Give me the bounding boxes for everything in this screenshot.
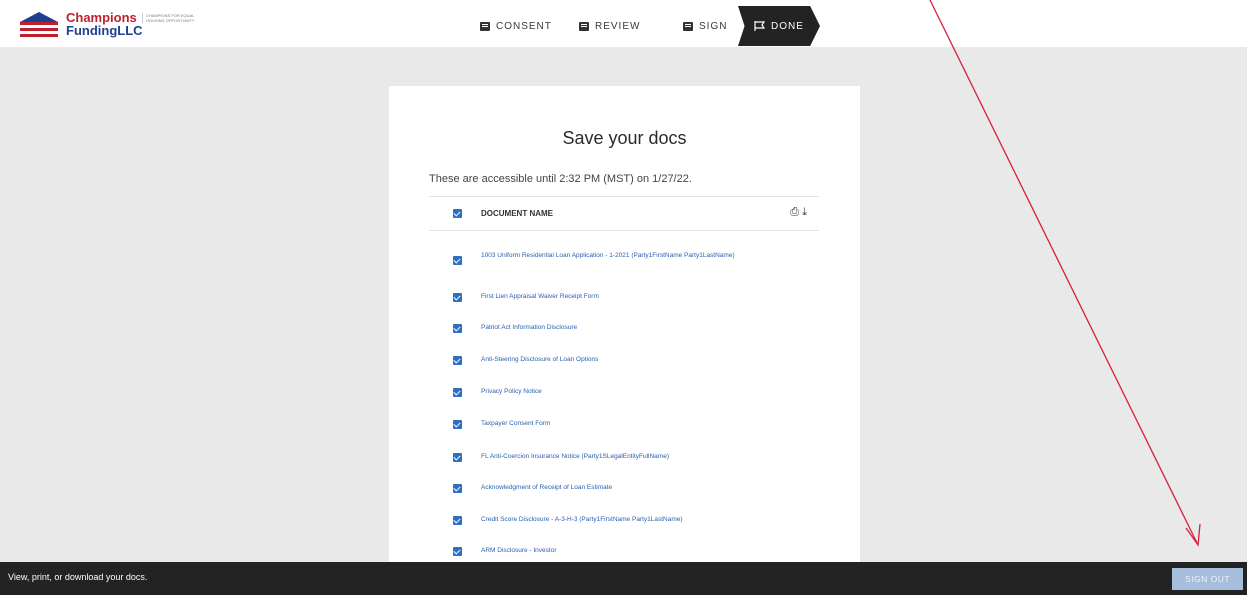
champions-funding-logo: Champions FundingLLC CHAMPIONS FOR EQUAL… (18, 6, 195, 42)
logo-brand-bottom: FundingLLC (66, 23, 143, 38)
divider (429, 230, 819, 231)
document-link[interactable]: Patriot Act Information Disclosure (481, 320, 741, 336)
document-link[interactable]: 1003 Uniform Residential Loan Applicatio… (481, 248, 741, 264)
document-checkbox[interactable] (453, 453, 462, 462)
document-checkbox[interactable] (453, 547, 462, 556)
document-icon (480, 21, 490, 31)
step-sign-label: SIGN (699, 20, 728, 32)
access-notice: These are accessible until 2:32 PM (MST)… (429, 173, 692, 185)
step-sign[interactable]: SIGN (683, 14, 727, 38)
print-icon[interactable]: ⎙ (790, 206, 799, 218)
flag-house-icon (20, 12, 58, 37)
step-done[interactable]: DONE (738, 6, 820, 46)
document-checkbox[interactable] (453, 324, 462, 333)
document-link[interactable]: Credit Score Disclosure - A-3-H-3 (Party… (481, 512, 741, 528)
step-consent-label: CONSENT (496, 20, 552, 32)
document-link[interactable]: FL Anti-Coercion Insurance Notice (Party… (481, 449, 741, 465)
footer-message: View, print, or download your docs. (8, 572, 148, 582)
page-title: Save your docs (562, 128, 687, 148)
document-link[interactable]: Taxpayer Consent Form (481, 416, 741, 432)
document-table-header: DOCUMENT NAME ⎙ ⤓ (429, 204, 819, 230)
step-consent[interactable]: CONSENT (480, 14, 552, 38)
document-checkbox[interactable] (453, 356, 462, 365)
save-docs-card: Save your docs These are accessible unti… (389, 86, 860, 562)
document-icon (683, 21, 693, 31)
select-all-checkbox[interactable] (453, 209, 462, 218)
document-link[interactable]: Anti-Steering Disclosure of Loan Options (481, 352, 741, 368)
document-link[interactable]: Acknowledgment of Receipt of Loan Estima… (481, 480, 741, 496)
document-checkbox[interactable] (453, 516, 462, 525)
document-link[interactable]: ARM Disclosure - Investor (481, 543, 741, 559)
download-icon[interactable]: ⤓ (802, 206, 807, 218)
logo-tagline: CHAMPIONS FOR EQUAL HOUSING OPPORTUNITY (142, 13, 196, 23)
document-checkbox[interactable] (453, 420, 462, 429)
document-icon (579, 21, 589, 31)
header-actions: ⎙ ⤓ (790, 206, 807, 219)
document-checkbox[interactable] (453, 293, 462, 302)
flag-icon (754, 21, 766, 31)
document-name-column-header: DOCUMENT NAME (481, 209, 553, 218)
document-checkbox[interactable] (453, 484, 462, 493)
top-bar: Champions FundingLLC CHAMPIONS FOR EQUAL… (0, 0, 1247, 47)
document-link[interactable]: Privacy Policy Notice (481, 384, 741, 400)
step-review[interactable]: REVIEW (579, 14, 640, 38)
document-checkbox[interactable] (453, 256, 462, 265)
document-checkbox[interactable] (453, 388, 462, 397)
step-review-label: REVIEW (595, 20, 641, 32)
footer-bar: View, print, or download your docs. (0, 562, 1247, 595)
divider (429, 196, 819, 197)
sign-out-button[interactable]: SIGN OUT (1172, 568, 1243, 590)
step-done-label: DONE (771, 20, 804, 32)
document-link[interactable]: First Lien Appraisal Waiver Receipt Form (481, 289, 741, 305)
